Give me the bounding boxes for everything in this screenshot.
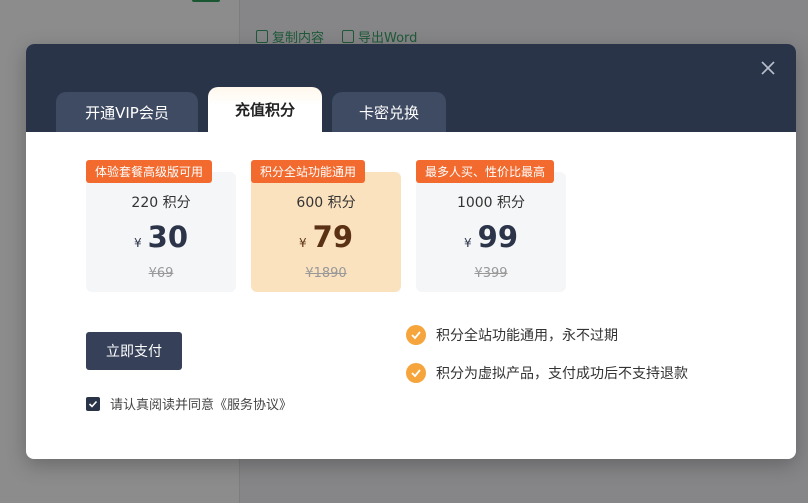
currency-symbol: ¥ <box>464 236 472 250</box>
agreement-checkbox[interactable] <box>86 396 100 411</box>
tab-label: 充值积分 <box>234 101 295 119</box>
plan-points: 600 积分 <box>296 195 356 211</box>
original-price: ¥69 <box>148 266 174 281</box>
tab-vip-membership[interactable]: 开通VIP会员 <box>56 92 198 132</box>
plan-badge: 积分全站功能通用 <box>251 160 366 183</box>
plan-points: 1000 积分 <box>456 195 526 211</box>
check-circle-icon <box>406 363 426 383</box>
feature-item: 积分为虚拟产品，支付成功后不支持退款 <box>406 362 688 384</box>
plan-price: ¥ 30 <box>86 220 236 254</box>
plan-card[interactable]: 最多人买、性价比最高 1000 积分 ¥ 99 ¥399 <box>416 160 566 292</box>
tab-label: 卡密兑换 <box>358 103 419 122</box>
price-value: 99 <box>477 220 518 254</box>
original-price: ¥1890 <box>305 266 347 281</box>
plan-badge: 体验套餐高级版可用 <box>86 160 213 183</box>
original-price: ¥399 <box>474 266 508 281</box>
feature-list: 积分全站功能通用，永不过期 积分为虚拟产品，支付成功后不支持退款 <box>406 324 688 400</box>
tab-recharge-points[interactable]: 充值积分 <box>208 87 322 132</box>
checkmark-icon <box>88 400 98 408</box>
feature-text: 积分全站功能通用，永不过期 <box>436 328 618 344</box>
plan-price: ¥ 79 <box>251 220 401 254</box>
tab-label: 开通VIP会员 <box>85 103 169 122</box>
feature-text: 积分为虚拟产品，支付成功后不支持退款 <box>436 366 688 382</box>
close-icon <box>761 61 775 75</box>
recharge-modal: 开通VIP会员 充值积分 卡密兑换 体验套餐高级版可用 220 积分 ¥ 30 … <box>26 44 796 459</box>
tab-card-redeem[interactable]: 卡密兑换 <box>332 92 446 132</box>
plan-card-selected[interactable]: 积分全站功能通用 600 积分 ¥ 79 ¥1890 <box>251 160 401 292</box>
feature-item: 积分全站功能通用，永不过期 <box>406 324 688 346</box>
price-value: 79 <box>312 220 353 254</box>
currency-symbol: ¥ <box>134 236 142 250</box>
plan-card[interactable]: 体验套餐高级版可用 220 积分 ¥ 30 ¥69 <box>86 160 236 292</box>
plan-price: ¥ 99 <box>416 220 566 254</box>
close-button[interactable] <box>760 60 776 76</box>
currency-symbol: ¥ <box>299 236 307 250</box>
plan-list: 体验套餐高级版可用 220 积分 ¥ 30 ¥69 积分全站功能通用 600 积… <box>86 160 566 292</box>
tab-bar: 开通VIP会员 充值积分 卡密兑换 <box>56 87 446 132</box>
plan-badge: 最多人买、性价比最高 <box>416 160 555 183</box>
agreement-text[interactable]: 请认真阅读并同意《服务协议》 <box>110 394 292 413</box>
price-value: 30 <box>147 220 188 254</box>
check-circle-icon <box>406 325 426 345</box>
pay-now-button[interactable]: 立即支付 <box>86 332 182 370</box>
plan-points: 220 积分 <box>131 195 191 211</box>
modal-header: 开通VIP会员 充值积分 卡密兑换 <box>26 44 796 132</box>
agreement-row: 请认真阅读并同意《服务协议》 <box>86 394 292 413</box>
